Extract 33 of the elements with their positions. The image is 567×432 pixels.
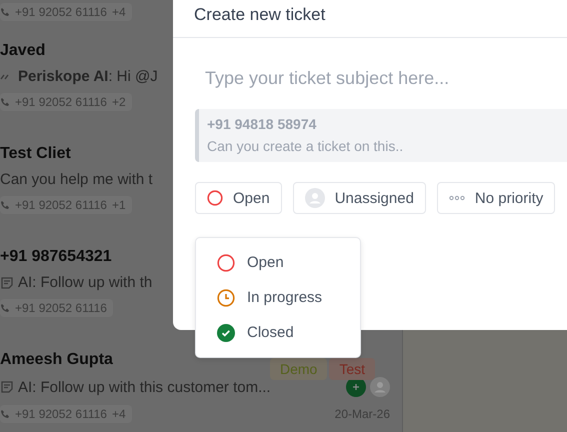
avatar-icon xyxy=(304,188,325,208)
dots-icon xyxy=(448,195,465,201)
phone-icon xyxy=(0,7,10,17)
quoted-phone: +91 94818 58974 xyxy=(207,116,316,132)
phone-icon xyxy=(0,409,10,419)
status-button[interactable]: Open xyxy=(195,182,282,214)
quoted-text: Can you create a ticket on this.. xyxy=(207,138,404,154)
contact-name: +91 987654321 xyxy=(0,248,112,266)
contact-name: Ameesh Gupta xyxy=(0,351,113,369)
note-icon xyxy=(0,276,14,290)
dialog-title: Create new ticket xyxy=(173,0,567,38)
clock-icon xyxy=(217,288,235,306)
priority-button[interactable]: No priority xyxy=(436,182,556,214)
status-option[interactable]: Open xyxy=(196,245,360,280)
assignee-button[interactable]: Unassigned xyxy=(292,182,426,214)
phone-icon xyxy=(0,200,10,210)
check-circle-icon xyxy=(217,324,235,342)
circle-icon xyxy=(207,190,223,206)
avatar-icon xyxy=(370,377,390,397)
note-icon xyxy=(0,380,14,394)
message-preview: Can you help me with t xyxy=(0,171,153,188)
status-option[interactable]: Closed xyxy=(196,315,360,350)
phone-icon xyxy=(0,97,10,107)
phone-icon xyxy=(0,303,10,313)
tag-label: Demo xyxy=(270,358,328,380)
tag-label: Test xyxy=(329,358,376,380)
status-option[interactable]: In progress xyxy=(196,280,360,315)
message-preview: Periskope AI: Hi @J xyxy=(18,68,158,85)
contact-name: Test Cliet xyxy=(0,145,71,163)
circle-icon xyxy=(217,254,235,272)
message-preview: AI: Follow up with this customer tom... xyxy=(18,378,271,396)
message-preview: AI: Follow up with th xyxy=(18,274,152,291)
contact-name: Javed xyxy=(0,42,46,60)
